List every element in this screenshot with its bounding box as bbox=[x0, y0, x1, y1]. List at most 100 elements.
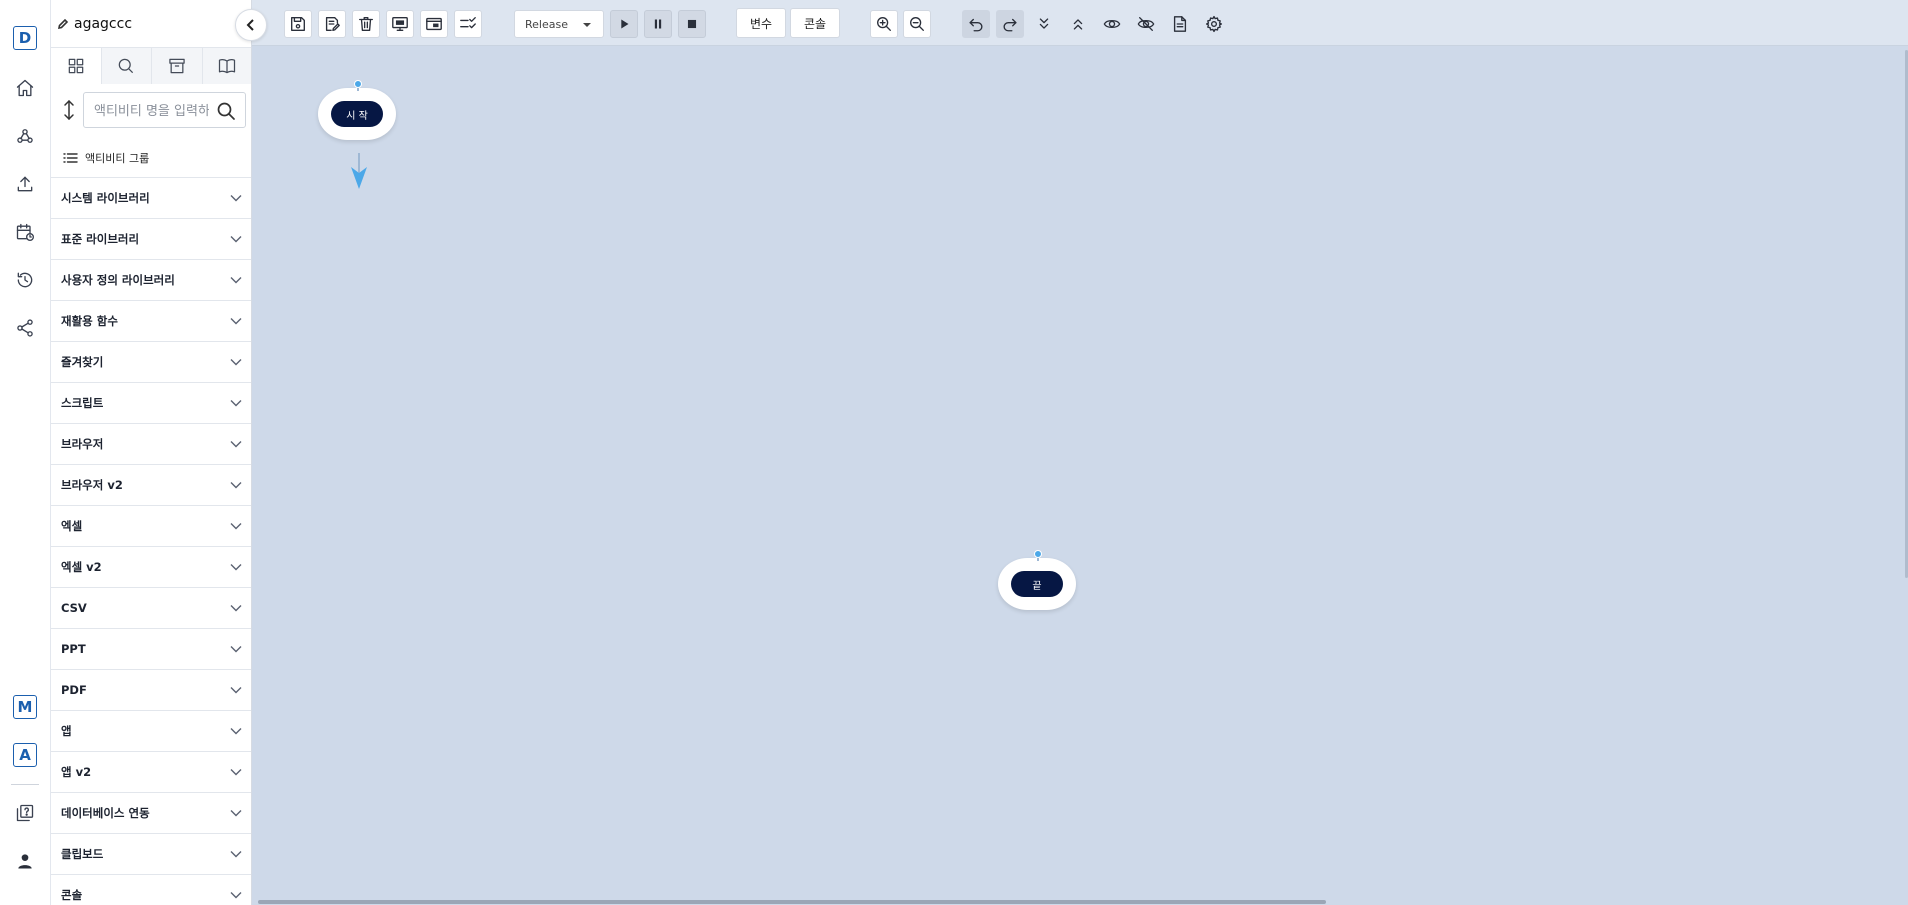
eye-icon bbox=[1103, 19, 1121, 29]
tab-activities[interactable] bbox=[51, 48, 102, 84]
document-button[interactable] bbox=[1166, 10, 1194, 38]
redo-icon bbox=[1003, 18, 1017, 32]
gear-icon bbox=[1205, 15, 1223, 33]
book-icon bbox=[219, 58, 236, 74]
share-icon[interactable] bbox=[12, 315, 38, 341]
category-item[interactable]: 스크립트 bbox=[51, 383, 251, 424]
start-node-port[interactable] bbox=[354, 80, 362, 88]
save-icon bbox=[291, 17, 305, 31]
search-submit-icon[interactable] bbox=[216, 101, 236, 121]
category-label: 재활용 함수 bbox=[61, 314, 118, 328]
category-item[interactable]: 브라우저 bbox=[51, 424, 251, 465]
collapse-panel-button[interactable] bbox=[235, 9, 267, 41]
stop-icon bbox=[687, 19, 697, 29]
chevron-down-icon bbox=[230, 400, 242, 407]
help-icon[interactable] bbox=[12, 800, 38, 826]
screen-record-button[interactable] bbox=[386, 10, 414, 38]
end-node-port[interactable] bbox=[1034, 550, 1042, 558]
m-app-badge[interactable]: M bbox=[13, 695, 37, 719]
eye-off-icon bbox=[1137, 17, 1155, 31]
save-as-button[interactable] bbox=[318, 10, 346, 38]
category-label: CSV bbox=[61, 601, 87, 615]
monitor-icon bbox=[392, 17, 408, 31]
category-item[interactable]: CSV bbox=[51, 588, 251, 629]
pause-button[interactable] bbox=[644, 10, 672, 38]
category-label: 콘솔 bbox=[61, 888, 83, 902]
zoom-in-button[interactable] bbox=[870, 10, 898, 38]
category-item[interactable]: 사용자 정의 라이브러리 bbox=[51, 260, 251, 301]
chevron-down-icon bbox=[230, 851, 242, 858]
save-button[interactable] bbox=[284, 10, 312, 38]
show-button[interactable] bbox=[1098, 10, 1126, 38]
activity-group-header[interactable]: 액티비티 그룹 bbox=[51, 139, 251, 178]
category-item[interactable]: PPT bbox=[51, 629, 251, 670]
category-item[interactable]: 재활용 함수 bbox=[51, 301, 251, 342]
category-item[interactable]: 엑셀 bbox=[51, 506, 251, 547]
category-item[interactable]: 데이터베이스 연동 bbox=[51, 793, 251, 834]
variables-button[interactable]: 변수 bbox=[736, 8, 786, 38]
history-icon[interactable] bbox=[12, 267, 38, 293]
project-name: agagccc bbox=[74, 16, 133, 32]
chevron-down-icon bbox=[230, 605, 242, 612]
schedule-icon[interactable] bbox=[12, 219, 38, 245]
app-logo[interactable]: D bbox=[13, 26, 37, 50]
category-item[interactable]: 앱 bbox=[51, 711, 251, 752]
chevron-down-icon bbox=[230, 318, 242, 325]
activity-search-input[interactable] bbox=[94, 101, 209, 121]
validate-button[interactable] bbox=[454, 10, 482, 38]
start-node-label: 시 작 bbox=[331, 101, 383, 127]
category-item[interactable]: 클립보드 bbox=[51, 834, 251, 875]
tab-search[interactable] bbox=[101, 48, 152, 84]
grid-icon bbox=[68, 58, 84, 74]
run-mode-select[interactable]: Release bbox=[514, 10, 604, 38]
category-item[interactable]: 즐겨찾기 bbox=[51, 342, 251, 383]
chevron-down-icon bbox=[230, 728, 242, 735]
workflow-canvas[interactable]: 시 작 끝 bbox=[252, 46, 1908, 905]
category-item[interactable]: 앱 v2 bbox=[51, 752, 251, 793]
end-node[interactable]: 끝 bbox=[998, 550, 1078, 610]
webhook-icon[interactable] bbox=[12, 123, 38, 149]
tab-archive[interactable] bbox=[152, 48, 203, 84]
window-button[interactable] bbox=[420, 10, 448, 38]
project-title[interactable]: agagccc bbox=[57, 14, 132, 34]
chevron-down-icon bbox=[230, 441, 242, 448]
tab-docs[interactable] bbox=[202, 48, 251, 84]
group-header-label: 액티비티 그룹 bbox=[85, 152, 150, 165]
category-item[interactable]: 콘솔 bbox=[51, 875, 251, 905]
category-item[interactable]: 브라우저 v2 bbox=[51, 465, 251, 506]
category-list: 시스템 라이브러리표준 라이브러리 사용자 정의 라이브러리재활용 함수즐겨찾기스… bbox=[51, 178, 251, 905]
undo-button[interactable] bbox=[962, 10, 990, 38]
user-icon[interactable] bbox=[12, 848, 38, 874]
category-item[interactable]: 시스템 라이브러리 bbox=[51, 178, 251, 219]
upload-icon[interactable] bbox=[12, 171, 38, 197]
a-app-badge[interactable]: A bbox=[13, 743, 37, 767]
list-icon bbox=[63, 153, 78, 163]
start-node[interactable]: 시 작 bbox=[318, 80, 398, 140]
category-label: 즐겨찾기 bbox=[61, 355, 104, 369]
run-button[interactable] bbox=[610, 10, 638, 38]
redo-button[interactable] bbox=[996, 10, 1024, 38]
console-button[interactable]: 콘솔 bbox=[790, 8, 840, 38]
category-item[interactable]: PDF bbox=[51, 670, 251, 711]
horizontal-scrollbar[interactable] bbox=[258, 900, 1326, 904]
home-icon[interactable] bbox=[12, 75, 38, 101]
activity-search-box bbox=[83, 92, 246, 128]
chevron-down-icon bbox=[230, 892, 242, 899]
chevron-down-icon bbox=[230, 359, 242, 366]
settings-button[interactable] bbox=[1200, 10, 1228, 38]
category-label: 데이터베이스 연동 bbox=[61, 806, 150, 820]
start-connector-arrow[interactable] bbox=[347, 153, 371, 191]
delete-button[interactable] bbox=[352, 10, 380, 38]
category-item[interactable]: 엑셀 v2 bbox=[51, 547, 251, 588]
archive-icon bbox=[169, 58, 185, 74]
category-label: 시스템 라이브러리 bbox=[61, 191, 150, 205]
zoom-out-button[interactable] bbox=[903, 10, 931, 38]
stop-button[interactable] bbox=[678, 10, 706, 38]
sort-toggle-icon[interactable] bbox=[60, 99, 78, 121]
category-item[interactable]: 표준 라이브러리 bbox=[51, 219, 251, 260]
expand-all-button[interactable] bbox=[1030, 10, 1058, 38]
panel-tabs bbox=[51, 47, 251, 84]
hide-button[interactable] bbox=[1132, 10, 1160, 38]
rail-divider bbox=[11, 784, 39, 785]
collapse-all-button[interactable] bbox=[1064, 10, 1092, 38]
